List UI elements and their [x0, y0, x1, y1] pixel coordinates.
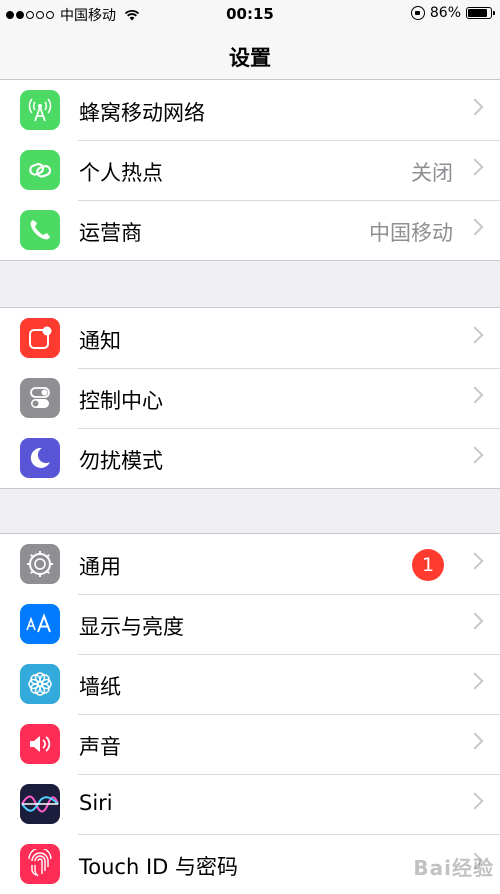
watermark: Bai经验	[413, 856, 494, 880]
hotspot-chain-icon	[20, 150, 60, 190]
row-value: 关闭	[411, 161, 453, 185]
flower-icon	[20, 664, 60, 704]
row-sounds[interactable]: 声音	[0, 714, 500, 774]
fingerprint-icon	[20, 844, 60, 884]
navigation-bar: 设置	[0, 28, 500, 85]
chevron-right-icon	[466, 612, 484, 630]
chevron-right-icon	[466, 386, 484, 404]
status-right: 86%	[410, 5, 495, 21]
text-size-icon	[20, 604, 60, 644]
notification-icon	[20, 318, 60, 358]
row-carrier[interactable]: 运营商 中国移动	[0, 200, 500, 260]
row-notifications[interactable]: 通知	[0, 308, 500, 368]
row-label: 通用	[79, 555, 121, 579]
chevron-right-icon	[466, 98, 484, 116]
status-bar: 中国移动 00:15 86%	[0, 0, 500, 28]
row-siri[interactable]: Siri	[0, 774, 500, 834]
chevron-right-icon	[466, 446, 484, 464]
siri-icon	[20, 784, 60, 824]
row-label: Touch ID 与密码	[79, 855, 238, 879]
chevron-right-icon	[466, 552, 484, 570]
row-label: 勿扰模式	[79, 449, 163, 473]
chevron-right-icon	[466, 732, 484, 750]
row-general[interactable]: 通用 1	[0, 534, 500, 594]
row-cellular[interactable]: 蜂窝移动网络	[0, 80, 500, 140]
row-label: Siri	[79, 791, 113, 815]
row-value: 中国移动	[369, 221, 453, 245]
cellular-antenna-icon	[20, 90, 60, 130]
settings-group-notifications: 通知 控制中心 勿扰模式	[0, 307, 500, 489]
settings-group-network: 蜂窝移动网络 个人热点 关闭 运营商 中国移动	[0, 79, 500, 261]
battery-percent: 86%	[429, 5, 461, 21]
row-label: 通知	[79, 329, 121, 353]
row-label: 墙纸	[79, 675, 121, 699]
phone-icon	[20, 210, 60, 250]
row-display-brightness[interactable]: 显示与亮度	[0, 594, 500, 654]
row-label: 个人热点	[79, 161, 163, 185]
settings-group-general: 通用 1 显示与亮度 墙纸 声音 Siri Touch ID 与密码	[0, 533, 500, 894]
row-label: 显示与亮度	[79, 615, 184, 639]
row-control-center[interactable]: 控制中心	[0, 368, 500, 428]
chevron-right-icon	[466, 218, 484, 236]
rotation-lock-icon	[410, 6, 425, 20]
battery-icon	[466, 7, 495, 19]
chevron-right-icon	[466, 672, 484, 690]
page-title: 设置	[229, 46, 271, 70]
row-hotspot[interactable]: 个人热点 关闭	[0, 140, 500, 200]
row-label: 蜂窝移动网络	[79, 101, 205, 125]
row-label: 运营商	[79, 221, 142, 245]
row-label: 声音	[79, 735, 121, 759]
notification-badge: 1	[412, 549, 444, 581]
chevron-right-icon	[466, 326, 484, 344]
moon-icon	[20, 438, 60, 478]
row-label: 控制中心	[79, 389, 163, 413]
speaker-icon	[20, 724, 60, 764]
row-do-not-disturb[interactable]: 勿扰模式	[0, 428, 500, 488]
gear-icon	[20, 544, 60, 584]
chevron-right-icon	[466, 792, 484, 810]
chevron-right-icon	[466, 158, 484, 176]
row-wallpaper[interactable]: 墙纸	[0, 654, 500, 714]
control-center-toggles-icon	[20, 378, 60, 418]
